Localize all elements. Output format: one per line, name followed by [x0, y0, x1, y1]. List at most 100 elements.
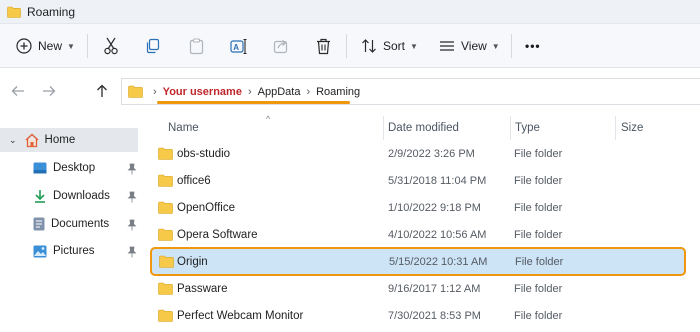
chevron-down-icon[interactable]: ⌄ [9, 135, 17, 146]
file-row[interactable]: Opera Software 4/10/2022 10:56 AM File fol… [150, 221, 700, 248]
sidebar-item-label: Home [44, 134, 76, 146]
sidebar-item-downloads[interactable]: Downloads [33, 185, 138, 207]
column-header-name[interactable]: Name [168, 116, 199, 140]
download-icon [35, 190, 45, 203]
window-title: Roaming [27, 4, 76, 19]
file-name: Passware [177, 282, 228, 295]
folder-icon [158, 228, 173, 241]
desktop-icon [33, 162, 47, 174]
pin-icon[interactable] [127, 219, 137, 231]
svg-text:A: A [233, 43, 239, 52]
breadcrumb-username[interactable]: Your username [163, 86, 242, 98]
title-bar: Roaming [0, 0, 700, 24]
column-divider[interactable] [510, 116, 511, 140]
file-row[interactable]: Passware 9/16/2017 1:12 AM File folder [150, 275, 700, 302]
document-icon [33, 217, 45, 231]
file-date-modified: 9/16/2017 1:12 AM [388, 282, 481, 295]
sort-ascending-icon: ^ [266, 114, 271, 124]
plus-circle-icon [16, 38, 32, 54]
column-header-type[interactable]: Type [515, 116, 540, 140]
rename-icon: A [230, 38, 247, 54]
sort-button[interactable]: Sort ▼ [361, 32, 418, 60]
folder-icon [158, 201, 173, 214]
chevron-right-icon: › [153, 86, 157, 98]
folder-icon [158, 309, 173, 322]
back-button[interactable] [9, 82, 27, 100]
view-label: View [461, 39, 487, 53]
column-divider[interactable] [615, 116, 616, 140]
vertical-scrollbar[interactable] [693, 116, 700, 332]
chevron-right-icon[interactable]: › [248, 86, 252, 98]
column-header-size[interactable]: Size [621, 116, 643, 140]
paste-icon [189, 37, 204, 54]
pin-icon[interactable] [127, 163, 137, 175]
folder-icon [128, 85, 143, 98]
file-row[interactable]: Origin 5/15/2022 10:31 AM File folder [150, 247, 686, 276]
file-date-modified: 1/10/2022 9:18 PM [388, 201, 481, 214]
more-options-button[interactable]: ••• [525, 32, 541, 60]
up-button[interactable] [93, 82, 111, 100]
cut-icon [104, 37, 118, 55]
forward-button[interactable] [40, 82, 58, 100]
new-label: New [38, 39, 63, 53]
delete-button[interactable] [316, 32, 331, 60]
file-name: Perfect Webcam Monitor [177, 309, 304, 322]
sort-label: Sort [383, 39, 406, 53]
folder-icon [158, 282, 173, 295]
divider [511, 34, 512, 58]
breadcrumb-roaming[interactable]: Roaming [316, 86, 360, 98]
file-type: File folder [514, 174, 563, 187]
more-icon: ••• [525, 39, 541, 53]
file-name: office6 [177, 174, 211, 187]
new-button[interactable]: New ▼ [16, 32, 75, 60]
command-bar: New ▼ A Sort ▼ View ▼ ••• [0, 24, 700, 68]
copy-button[interactable] [145, 32, 161, 60]
file-row[interactable]: OpenOffice 1/10/2022 9:18 PM File folder [150, 194, 700, 221]
column-header-date[interactable]: Date modified [388, 116, 459, 140]
folder-icon [158, 147, 173, 160]
sidebar-item-pictures[interactable]: Pictures [33, 240, 138, 262]
share-icon [273, 40, 288, 54]
breadcrumb: › Your username › AppData › Roaming [147, 84, 360, 100]
file-date-modified: 4/10/2022 10:56 AM [388, 228, 487, 241]
sidebar-item-label: Downloads [53, 190, 110, 202]
folder-icon [158, 174, 173, 187]
sidebar-item-label: Documents [51, 218, 110, 230]
sidebar-item-label: Pictures [53, 245, 95, 257]
arrow-right-icon [43, 86, 56, 96]
file-type: File folder [514, 282, 563, 295]
sidebar-item-home[interactable]: ⌄ Home [0, 128, 138, 152]
file-type: File folder [514, 228, 563, 241]
divider [87, 34, 88, 58]
file-type: File folder [514, 147, 563, 160]
pin-icon[interactable] [127, 191, 137, 203]
file-row[interactable]: office6 5/31/2018 11:04 PM File folder [150, 167, 700, 194]
sidebar-item-label: Desktop [53, 162, 96, 174]
cut-button[interactable] [103, 32, 119, 60]
chevron-down-icon: ▼ [491, 41, 500, 51]
arrow-up-icon [97, 84, 107, 97]
column-divider[interactable] [383, 116, 384, 140]
file-type: File folder [515, 255, 564, 268]
path-highlight-underline [157, 101, 350, 104]
view-icon [440, 41, 454, 51]
chevron-down-icon: ▼ [67, 41, 75, 51]
chevron-right-icon[interactable]: › [306, 86, 310, 98]
pin-icon[interactable] [127, 246, 137, 258]
chevron-down-icon: ▼ [410, 41, 418, 51]
file-row[interactable]: obs-studio 2/9/2022 3:26 PM File folder [150, 140, 700, 167]
file-date-modified: 5/31/2018 11:04 PM [388, 174, 487, 187]
view-button[interactable]: View ▼ [439, 32, 500, 60]
rename-button[interactable]: A [230, 32, 248, 60]
breadcrumb-appdata[interactable]: AppData [258, 86, 301, 98]
file-type: File folder [514, 201, 563, 214]
file-row[interactable]: Perfect Webcam Monitor 7/30/2021 8:53 PM F… [150, 302, 700, 329]
file-name: obs-studio [177, 147, 231, 160]
folder-icon [159, 255, 174, 268]
sidebar-item-documents[interactable]: Documents [33, 213, 138, 235]
file-date-modified: 2/9/2022 3:26 PM [388, 147, 475, 160]
divider [346, 34, 347, 58]
share-button[interactable] [273, 32, 289, 60]
paste-button[interactable] [189, 32, 204, 60]
sidebar-item-desktop[interactable]: Desktop [33, 157, 138, 179]
